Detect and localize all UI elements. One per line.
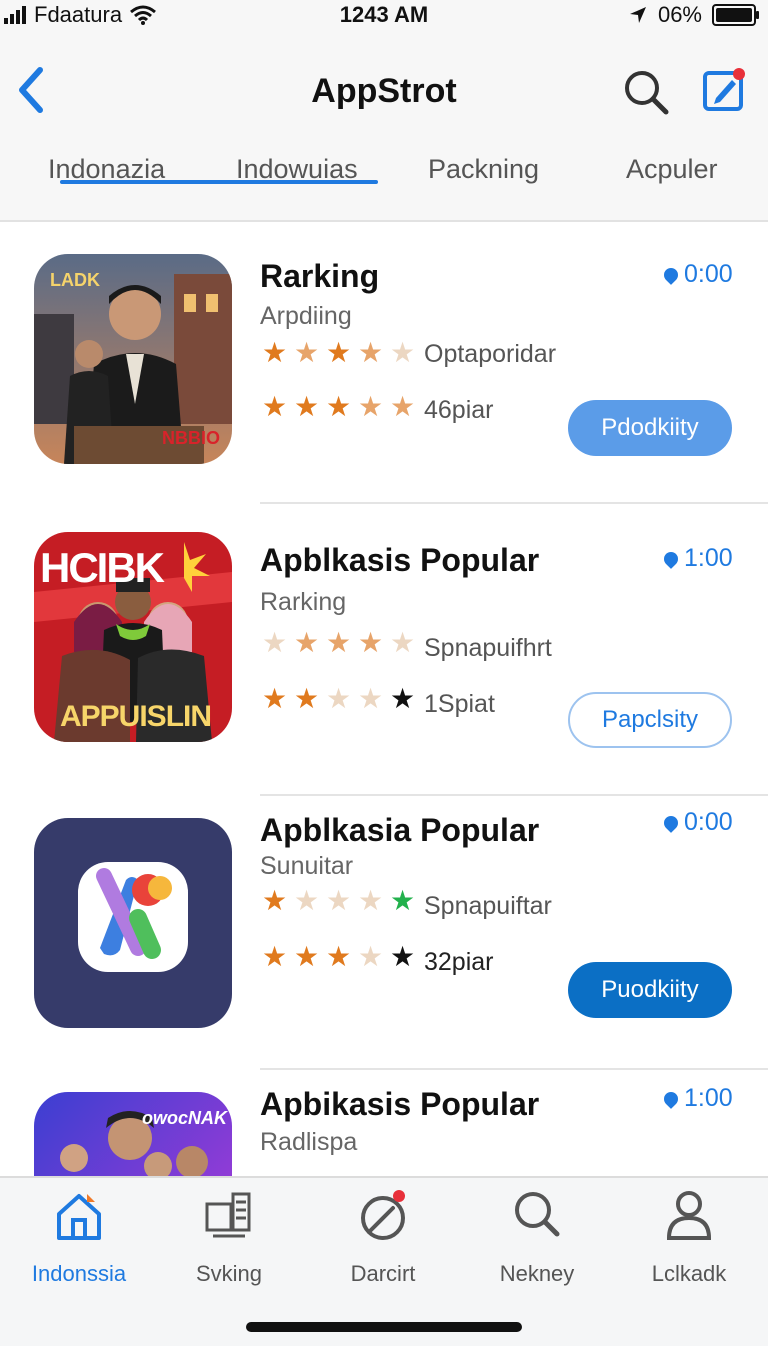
tabbar-label: Lclkadk: [651, 1261, 727, 1286]
divider: [260, 502, 768, 504]
battery-percent: 06%: [657, 2, 702, 27]
pin-icon: [661, 1088, 681, 1109]
battery-icon: [712, 4, 759, 26]
app-title[interactable]: Apblkasia Popular: [260, 812, 539, 849]
search-icon: [515, 1192, 560, 1237]
header: AppStrot Indonazia Indowuias Packning Ac…: [0, 34, 768, 222]
review-count: 46piar: [424, 396, 494, 424]
home-icon: [57, 1194, 101, 1240]
tabbar-label: Darcirt: [350, 1261, 416, 1286]
tabbar-item-svking[interactable]: Svking: [164, 1188, 294, 1287]
review-count: 1Spiat: [424, 690, 495, 718]
app-title[interactable]: Apbikasis Popular: [260, 1086, 539, 1123]
app-icon-artwork: [78, 862, 188, 972]
app-icon[interactable]: HCIBK APPUISLIN: [34, 532, 232, 742]
app-icon[interactable]: LADK NBBIO: [34, 254, 232, 464]
compose-icon[interactable]: [702, 68, 746, 112]
review-count: 32piar: [424, 948, 494, 976]
app-icon-artwork: [34, 1092, 232, 1176]
tabbar-label: Indonssia: [31, 1261, 127, 1286]
get-button[interactable]: Papclsity: [568, 692, 732, 748]
tab-packning[interactable]: Packning: [428, 154, 539, 185]
app-title[interactable]: Apblkasis Popular: [260, 542, 539, 579]
search-icon[interactable]: [622, 68, 670, 116]
status-bar: Fdaatura 1243 AM 06%: [0, 0, 768, 34]
rating-stars: ★ ★ ★ ★ ★: [261, 683, 416, 714]
price-label: 0:00: [661, 260, 733, 289]
rating-label: Optaporidar: [424, 340, 557, 368]
rating-stars: ★ ★ ★ ★ ★: [261, 337, 416, 368]
tabbar-label: Svking: [195, 1261, 263, 1286]
category-tabs: Indonazia Indowuias Packning Acpuler: [0, 154, 768, 220]
app-title[interactable]: Rarking: [260, 258, 379, 295]
app-list: LADK NBBIO Rarking Arpdiing ★ ★ ★ ★ ★ Optapo…: [0, 222, 768, 1176]
app-subtitle: Sunuitar: [260, 852, 354, 880]
status-right: 06%: [628, 2, 759, 28]
rating-label: Spnapuiftar: [424, 892, 552, 920]
bottom-tab-bar: Indonssia Svking Darcirt Nekney Lclkadk: [0, 1176, 768, 1346]
app-icon-text: owocNAK: [142, 1108, 227, 1128]
tabbar-item-nekney[interactable]: Nekney: [472, 1188, 602, 1287]
apps-icon: [205, 1192, 251, 1238]
get-button[interactable]: Puodkiity: [568, 962, 732, 1018]
tabbar-item-darcirt[interactable]: Darcirt: [318, 1188, 448, 1287]
price-value: 0:00: [684, 260, 733, 288]
price-value: 1:00: [684, 544, 733, 572]
compass-icon: [361, 1190, 405, 1240]
app-icon-caption: APPUISLIN: [60, 700, 212, 733]
rating-label: Spnapuifhrt: [424, 634, 552, 662]
pin-icon: [661, 548, 681, 569]
active-tab-indicator: [60, 180, 378, 184]
tabbar-item-lclkadk[interactable]: Lclkadk: [624, 1188, 754, 1287]
app-icon[interactable]: owocNAK: [34, 1092, 232, 1176]
app-icon-caption: NBBIO: [162, 428, 220, 448]
rating-stars: ★ ★ ★ ★ ★: [261, 391, 416, 422]
pin-icon: [661, 812, 681, 833]
rating-stars: ★ ★ ★ ★ ★: [261, 941, 416, 972]
home-indicator[interactable]: [246, 1322, 522, 1332]
tabbar-label: Nekney: [499, 1261, 575, 1286]
app-icon-text: LADK: [50, 270, 100, 290]
app-subtitle: Rarking: [260, 588, 347, 616]
app-icon[interactable]: [34, 818, 232, 1028]
price-value: 1:00: [684, 1084, 733, 1112]
app-subtitle: Arpdiing: [260, 302, 352, 330]
price-value: 0:00: [684, 808, 733, 836]
price-label: 0:00: [661, 808, 733, 837]
rating-stars: ★ ★ ★ ★ ★: [261, 627, 416, 658]
pin-icon: [661, 264, 681, 285]
divider: [260, 794, 768, 796]
price-label: 1:00: [661, 544, 733, 573]
get-button[interactable]: Pdodkiity: [568, 400, 732, 456]
divider: [260, 1068, 768, 1070]
app-subtitle: Radlispa: [260, 1128, 358, 1156]
tab-acpuler[interactable]: Acpuler: [626, 154, 718, 185]
app-icon-text: HCIBK: [40, 544, 165, 591]
rating-stars: ★ ★ ★ ★ ★: [261, 885, 416, 916]
price-label: 1:00: [661, 1084, 733, 1113]
tabbar-item-indonssia[interactable]: Indonssia: [14, 1188, 144, 1287]
location-arrow-icon: [629, 7, 646, 23]
profile-icon: [666, 1191, 712, 1240]
